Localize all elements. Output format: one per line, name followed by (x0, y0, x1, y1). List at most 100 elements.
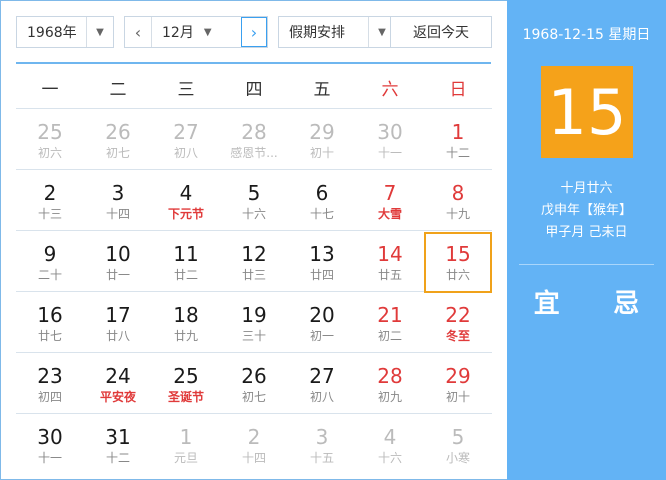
lunar-day-label: 十一 (37, 450, 62, 465)
day-cell[interactable]: 7 大雪 (356, 171, 424, 232)
day-cell[interactable]: 28 初九 (356, 354, 424, 415)
day-cell[interactable]: 13 廿四 (288, 232, 356, 293)
holiday-select-value: 假期安排 (289, 25, 345, 41)
day-grid: 25 初六 26 初七 27 初八 28 感恩节... 29 初十 30 十一 1 十二 2 十三 3 十四 4 下元… (16, 110, 492, 476)
day-number: 26 (105, 119, 131, 144)
lunar-day-label: 十四 (241, 450, 266, 465)
day-cell[interactable]: 30 十一 (356, 110, 424, 171)
day-cell-selected[interactable]: 15 廿六 (424, 232, 492, 293)
chevron-left-icon[interactable]: ‹ (125, 17, 151, 47)
weekday-sun: 日 (449, 79, 467, 100)
day-cell[interactable]: 26 初七 (220, 354, 288, 415)
lunar-day-label: 廿九 (173, 328, 198, 343)
day-cell[interactable]: 17 廿八 (84, 293, 152, 354)
day-cell[interactable]: 24 平安夜 (84, 354, 152, 415)
yi-label[interactable]: 宜 (534, 283, 560, 320)
day-cell[interactable]: 30 十一 (16, 415, 84, 476)
day-number: 16 (37, 302, 63, 327)
day-cell[interactable]: 2 十三 (16, 171, 84, 232)
day-number: 3 (111, 180, 125, 205)
day-cell[interactable]: 1 元旦 (152, 415, 220, 476)
day-cell[interactable]: 20 初一 (288, 293, 356, 354)
lunar-day-label: 初一 (309, 328, 334, 343)
lunar-day-label: 十六 (241, 206, 266, 221)
day-cell[interactable]: 23 初四 (16, 354, 84, 415)
lunar-day-label: 廿七 (37, 328, 62, 343)
day-cell[interactable]: 19 三十 (220, 293, 288, 354)
ji-label[interactable]: 忌 (613, 283, 639, 320)
lunar-day-label: 初七 (105, 145, 130, 160)
day-cell[interactable]: 16 廿七 (16, 293, 84, 354)
lunar-day-label: 十四 (105, 206, 130, 221)
day-number: 22 (445, 302, 471, 327)
day-cell[interactable]: 3 十四 (84, 171, 152, 232)
lunar-day-label: 十七 (309, 206, 334, 221)
day-number: 30 (377, 119, 403, 144)
day-number: 3 (315, 424, 329, 449)
day-cell[interactable]: 31 十二 (84, 415, 152, 476)
day-cell[interactable]: 4 下元节 (152, 171, 220, 232)
day-number: 27 (309, 363, 335, 388)
back-to-today-button[interactable]: 返回今天 (390, 16, 492, 48)
lunar-day-label: 十六 (377, 450, 402, 465)
day-number: 20 (309, 302, 335, 327)
calendar-toolbar: 1968年 ▼ ‹ 12月 ▼ › 假期安排 ▼ 返回今天 (16, 16, 496, 50)
day-number: 2 (247, 424, 261, 449)
month-select-value: 12月 (162, 25, 194, 41)
day-cell[interactable]: 26 初七 (84, 110, 152, 171)
lunar-day-label: 三十 (241, 328, 266, 343)
festival-label: 平安夜 (99, 389, 136, 404)
day-cell[interactable]: 5 小寒 (424, 415, 492, 476)
day-number: 28 (241, 119, 267, 144)
day-number: 14 (377, 241, 403, 266)
festival-label: 圣诞节 (167, 389, 204, 404)
day-cell[interactable]: 21 初二 (356, 293, 424, 354)
day-number: 4 (383, 424, 397, 449)
day-cell[interactable]: 29 初十 (288, 110, 356, 171)
day-cell[interactable]: 2 十四 (220, 415, 288, 476)
caret-down-icon: ▼ (203, 26, 212, 38)
day-cell[interactable]: 25 圣诞节 (152, 354, 220, 415)
lunar-date: 十月廿六 (560, 181, 613, 196)
day-cell[interactable]: 8 十九 (424, 171, 492, 232)
day-cell[interactable]: 14 廿五 (356, 232, 424, 293)
lunar-day-label: 廿二 (173, 267, 198, 282)
day-cell[interactable]: 4 十六 (356, 415, 424, 476)
day-number: 30 (37, 424, 63, 449)
day-number: 26 (241, 363, 267, 388)
day-cell[interactable]: 27 初八 (152, 110, 220, 171)
day-cell[interactable]: 6 十七 (288, 171, 356, 232)
month-select[interactable]: 12月 ▼ (151, 17, 241, 47)
lunar-day-label: 初九 (377, 389, 402, 404)
day-cell[interactable]: 12 廿三 (220, 232, 288, 293)
day-number: 23 (37, 363, 63, 388)
chevron-right-icon[interactable]: › (241, 17, 267, 47)
day-cell[interactable]: 3 十五 (288, 415, 356, 476)
year-select-value: 1968年 (27, 25, 77, 41)
day-cell[interactable]: 10 廿一 (84, 232, 152, 293)
day-cell[interactable]: 25 初六 (16, 110, 84, 171)
day-cell[interactable]: 27 初八 (288, 354, 356, 415)
lunar-day-label: 十二 (445, 145, 470, 160)
lunar-day-label: 初七 (241, 389, 266, 404)
day-number: 5 (451, 424, 465, 449)
day-cell[interactable]: 11 廿二 (152, 232, 220, 293)
day-cell[interactable]: 28 感恩节... (220, 110, 288, 171)
day-cell[interactable]: 22 冬至 (424, 293, 492, 354)
day-cell[interactable]: 5 十六 (220, 171, 288, 232)
lunar-day-label: 十三 (37, 206, 62, 221)
day-cell[interactable]: 9 二十 (16, 232, 84, 293)
day-number: 27 (173, 119, 199, 144)
day-detail-panel: 1968-12-15 星期日 15 十月廿六 戊申年【猴年】 甲子月 己未日 宜… (507, 0, 666, 480)
day-cell[interactable]: 1 十二 (424, 110, 492, 171)
weekday-thu: 四 (245, 79, 263, 100)
holiday-select[interactable]: 假期安排 ▼ (278, 16, 396, 48)
day-cell[interactable]: 18 廿九 (152, 293, 220, 354)
day-number: 5 (247, 180, 261, 205)
year-select[interactable]: 1968年 ▼ (16, 16, 114, 48)
lunar-year: 戊申年【猴年】 (540, 203, 632, 218)
lunar-day-label: 初八 (309, 389, 334, 404)
day-cell[interactable]: 29 初十 (424, 354, 492, 415)
lunar-day-label: 十九 (445, 206, 470, 221)
grid-divider (16, 108, 492, 109)
